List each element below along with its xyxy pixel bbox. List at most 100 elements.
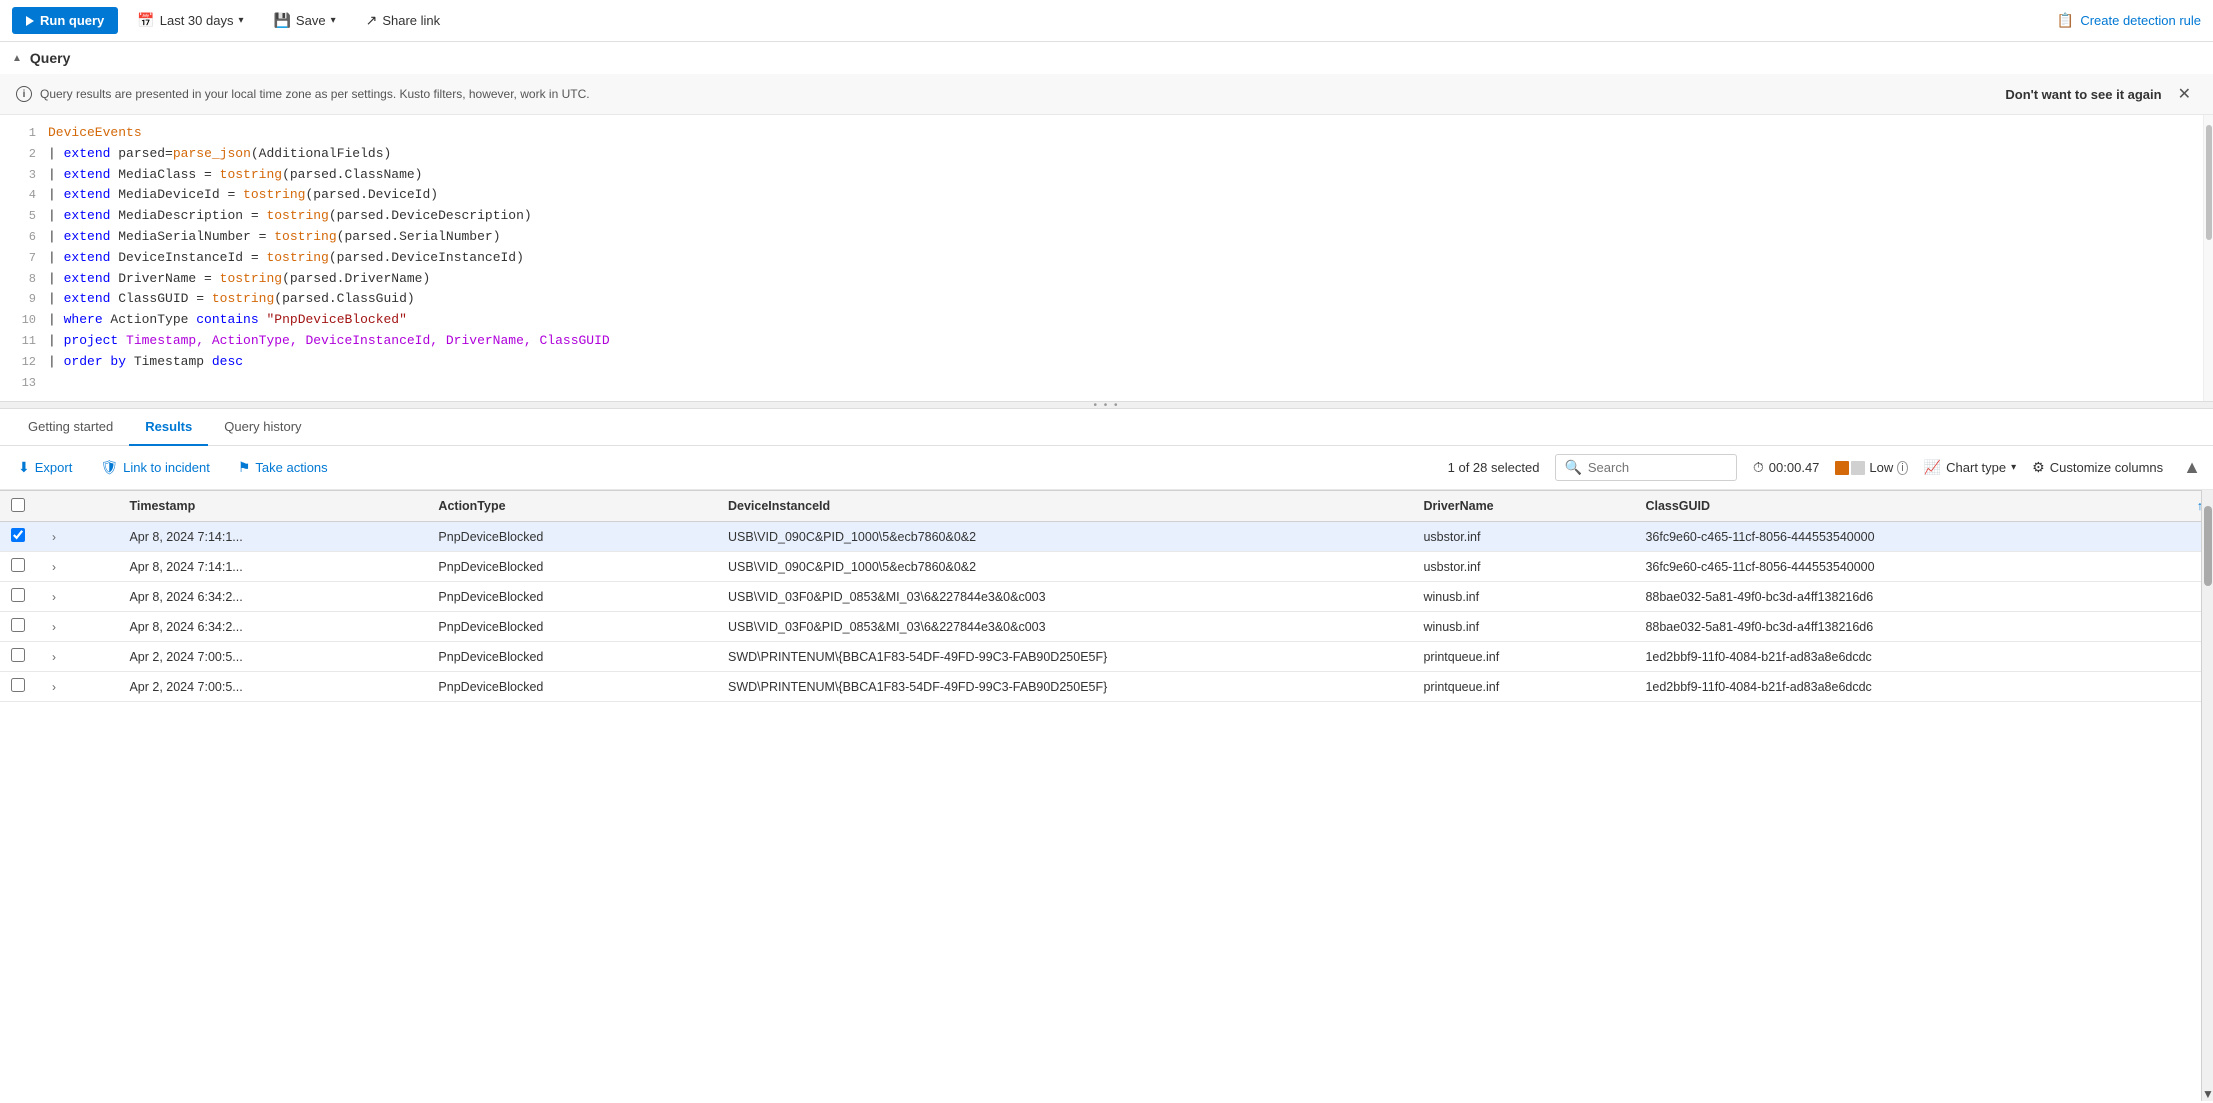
expand-icon-3[interactable]: › — [46, 618, 62, 636]
row-checkbox-cell-4[interactable] — [0, 642, 36, 672]
dismiss-label[interactable]: Don't want to see it again — [2005, 87, 2161, 102]
editor-area: ▲ Query i Query results are presented in… — [0, 42, 2213, 409]
table-header: Timestamp ActionType DeviceInstanceId — [0, 491, 2213, 522]
row-class-guid-5: 1ed2bbf9-11f0-4084-b21f-ad83a8e6dcdc — [1635, 672, 2213, 702]
row-checkbox-cell-3[interactable] — [0, 612, 36, 642]
row-expand-2[interactable]: › — [36, 582, 119, 612]
priority-badge: Low i — [1835, 460, 1907, 475]
th-class-guid[interactable]: ClassGUID ↑ — [1635, 491, 2213, 522]
share-link-button[interactable]: ↗ Share link — [355, 6, 452, 35]
select-all-checkbox[interactable] — [11, 498, 25, 512]
row-checkbox-5[interactable] — [11, 678, 25, 692]
row-class-guid-4: 1ed2bbf9-11f0-4084-b21f-ad83a8e6dcdc — [1635, 642, 2213, 672]
export-icon: ⬇ — [18, 459, 30, 476]
row-checkbox-3[interactable] — [11, 618, 25, 632]
tab-getting-started[interactable]: Getting started — [12, 409, 129, 446]
save-button[interactable]: 💾 Save ▾ — [262, 6, 346, 35]
row-driver-name-2: winusb.inf — [1413, 582, 1635, 612]
chevron-down-icon-save: ▾ — [331, 15, 336, 26]
table-scrollbar[interactable]: ▼ — [2201, 490, 2213, 1101]
chart-type-label: Chart type — [1946, 460, 2006, 475]
scroll-up-button[interactable]: ▲ — [2183, 457, 2201, 478]
priority-sq-2 — [1851, 461, 1865, 475]
th-action-type[interactable]: ActionType — [428, 491, 718, 522]
row-class-guid-2: 88bae032-5a81-49f0-bc3d-a4ff138216d6 — [1635, 582, 2213, 612]
chart-type-button[interactable]: 📈 Chart type ▾ — [1924, 459, 2016, 476]
table-row: › Apr 8, 2024 7:14:1... PnpDeviceBlocked… — [0, 522, 2213, 552]
editor-scrollbar[interactable] — [2203, 115, 2213, 401]
header-row: Timestamp ActionType DeviceInstanceId — [0, 491, 2213, 522]
row-expand-1[interactable]: › — [36, 552, 119, 582]
share-label: Share link — [382, 13, 440, 28]
results-toolbar: ⬇ Export 🛡 Link to incident ⚑ Take actio… — [0, 446, 2213, 490]
code-line-5: 5 | extend MediaDescription = tostring(p… — [0, 206, 2213, 227]
row-action-type-1: PnpDeviceBlocked — [428, 552, 718, 582]
drag-dots: • • • — [1093, 400, 1119, 411]
th-driver-name[interactable]: DriverName — [1413, 491, 1635, 522]
dismiss-close-button[interactable]: ✕ — [2172, 82, 2197, 106]
row-checkbox-cell-5[interactable] — [0, 672, 36, 702]
expand-icon-0[interactable]: › — [46, 528, 62, 546]
table-row: › Apr 8, 2024 7:14:1... PnpDeviceBlocked… — [0, 552, 2213, 582]
run-query-button[interactable]: Run query — [12, 7, 118, 34]
tab-results[interactable]: Results — [129, 409, 208, 446]
results-table-wrapper: Timestamp ActionType DeviceInstanceId — [0, 490, 2213, 1101]
row-checkbox-1[interactable] — [11, 558, 25, 572]
date-range-picker[interactable]: 📅 Last 30 days ▾ — [126, 6, 254, 35]
search-icon: 🔍 — [1564, 459, 1581, 476]
row-action-type-3: PnpDeviceBlocked — [428, 612, 718, 642]
expand-icon-1[interactable]: › — [46, 558, 62, 576]
link-to-incident-button[interactable]: 🛡 Link to incident — [94, 455, 216, 480]
row-device-instance-id-4: SWD\PRINTENUM\{BBCA1F83-54DF-49FD-99C3-F… — [718, 642, 1413, 672]
row-timestamp-4: Apr 2, 2024 7:00:5... — [119, 642, 428, 672]
row-expand-0[interactable]: › — [36, 522, 119, 552]
row-device-instance-id-0: USB\VID_090C&PID_1000\5&ecb7860&0&2 — [718, 522, 1413, 552]
row-expand-4[interactable]: › — [36, 642, 119, 672]
select-all-header[interactable] — [0, 491, 36, 522]
row-checkbox-0[interactable] — [11, 528, 25, 542]
take-actions-button[interactable]: ⚑ Take actions — [232, 455, 334, 480]
drag-handle[interactable]: • • • — [0, 401, 2213, 409]
table-row: › Apr 2, 2024 7:00:5... PnpDeviceBlocked… — [0, 642, 2213, 672]
date-range-label: Last 30 days — [160, 13, 234, 28]
expand-icon-4[interactable]: › — [46, 648, 62, 666]
code-editor[interactable]: 1 DeviceEvents 2 | extend parsed=parse_j… — [0, 115, 2213, 401]
th-timestamp[interactable]: Timestamp — [119, 491, 428, 522]
export-button[interactable]: ⬇ Export — [12, 455, 78, 480]
th-expand — [36, 491, 119, 522]
expand-icon-5[interactable]: › — [46, 678, 62, 696]
th-device-instance-id[interactable]: DeviceInstanceId — [718, 491, 1413, 522]
results-area: Getting started Results Query history ⬇ … — [0, 409, 2213, 1101]
row-checkbox-cell-1[interactable] — [0, 552, 36, 582]
row-action-type-4: PnpDeviceBlocked — [428, 642, 718, 672]
row-expand-3[interactable]: › — [36, 612, 119, 642]
chevron-down-icon: ▾ — [238, 15, 243, 26]
customize-columns-button[interactable]: ⚙ Customize columns — [2032, 459, 2163, 476]
row-checkbox-2[interactable] — [11, 588, 25, 602]
code-line-11: 11 | project Timestamp, ActionType, Devi… — [0, 331, 2213, 352]
query-header[interactable]: ▲ Query — [0, 42, 2213, 74]
row-checkbox-4[interactable] — [11, 648, 25, 662]
customize-columns-label: Customize columns — [2050, 460, 2163, 475]
create-detection-rule-button[interactable]: 📋 Create detection rule — [2057, 12, 2201, 29]
link-icon: 🛡 — [100, 459, 118, 476]
timer-badge: ⏱ 00:00.47 — [1753, 459, 1820, 476]
editor-scroll-thumb — [2206, 125, 2212, 240]
create-rule-label: Create detection rule — [2080, 13, 2201, 28]
expand-icon-2[interactable]: › — [46, 588, 62, 606]
code-line-10: 10 | where ActionType contains "PnpDevic… — [0, 310, 2213, 331]
search-box[interactable]: 🔍 — [1555, 454, 1736, 481]
tab-query-history[interactable]: Query history — [208, 409, 317, 446]
row-action-type-0: PnpDeviceBlocked — [428, 522, 718, 552]
row-expand-5[interactable]: › — [36, 672, 119, 702]
timer-icon: ⏱ — [1753, 459, 1764, 476]
row-checkbox-cell-2[interactable] — [0, 582, 36, 612]
scroll-down-area[interactable]: ▼ — [2202, 1086, 2213, 1101]
search-input[interactable] — [1588, 460, 1728, 475]
table-row: › Apr 8, 2024 6:34:2... PnpDeviceBlocked… — [0, 582, 2213, 612]
row-device-instance-id-5: SWD\PRINTENUM\{BBCA1F83-54DF-49FD-99C3-F… — [718, 672, 1413, 702]
table-row: › Apr 2, 2024 7:00:5... PnpDeviceBlocked… — [0, 672, 2213, 702]
info-bar: i Query results are presented in your lo… — [0, 74, 2213, 115]
code-line-4: 4 | extend MediaDeviceId = tostring(pars… — [0, 185, 2213, 206]
row-checkbox-cell-0[interactable] — [0, 522, 36, 552]
